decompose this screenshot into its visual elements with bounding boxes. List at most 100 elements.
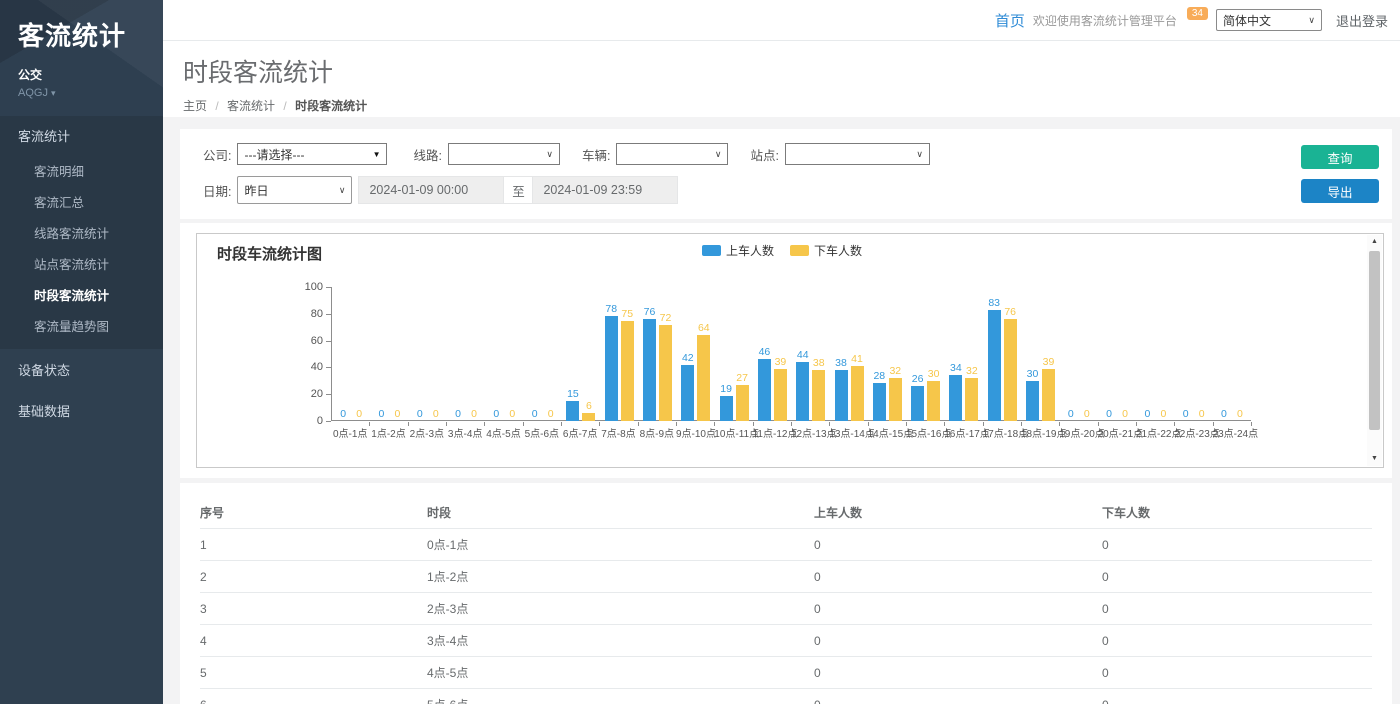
legend-swatch-blue — [702, 245, 721, 256]
table-header-row: 序号时段上车人数下车人数 — [200, 497, 1372, 529]
table-cell: 2点-3点 — [427, 593, 814, 625]
x-axis-tick — [829, 422, 830, 426]
bar: 19 — [720, 396, 733, 421]
x-axis-tick — [638, 422, 639, 426]
home-link[interactable]: 首页 — [995, 10, 1025, 31]
date-label: 日期: — [203, 181, 231, 200]
x-axis-tick-label: 16点-17点 — [944, 425, 982, 440]
table-cell: 6 — [200, 689, 427, 704]
sidebar-item-passenger-stats[interactable]: 客流统计 — [0, 116, 163, 155]
welcome-text: 欢迎使用客流统计管理平台 — [1033, 12, 1177, 29]
bar: 39 — [774, 369, 787, 421]
x-axis-tick-label: 21点-22点 — [1136, 425, 1174, 440]
table-cell: 1点-2点 — [427, 561, 814, 593]
chart-scrollbar[interactable]: ▲ ▼ — [1367, 235, 1382, 466]
chevron-down-icon: ∨ — [916, 149, 923, 160]
bar-group: 00 — [1175, 287, 1213, 421]
x-axis-tick-label: 22点-23点 — [1174, 425, 1212, 440]
language-select[interactable]: 简体中文 ∨ — [1216, 9, 1322, 31]
org-code-dropdown[interactable]: AQGJ ▾ — [18, 87, 145, 99]
bar-group: 00 — [1060, 287, 1098, 421]
chevron-down-icon: ∨ — [715, 149, 722, 160]
page-header: 时段客流统计 主页 / 客流统计 / 时段客流统计 — [163, 41, 1400, 117]
table-cell: 0 — [1102, 689, 1372, 704]
dropdown-arrow-icon: ▼ — [373, 150, 381, 159]
bar-value-label: 64 — [698, 322, 710, 334]
x-axis-tick — [791, 422, 792, 426]
date-preset-select[interactable]: 昨日∨ — [237, 176, 352, 204]
bar-group: 3841 — [830, 287, 868, 421]
table-cell: 0 — [1102, 561, 1372, 593]
chevron-down-icon: ∨ — [339, 185, 346, 196]
sidebar-subitem[interactable]: 时段客流统计 — [0, 279, 163, 310]
bar: 28 — [873, 383, 886, 421]
x-axis-tick — [676, 422, 677, 426]
bar-group: 00 — [409, 287, 447, 421]
vehicle-label: 车辆: — [582, 145, 610, 164]
bar: 6 — [582, 413, 595, 421]
vehicle-select[interactable]: ∨ — [616, 143, 728, 165]
logout-link[interactable]: 退出登录 — [1336, 11, 1388, 30]
bar: 15 — [566, 401, 579, 421]
table-cell: 3点-4点 — [427, 625, 814, 657]
bar-group: 00 — [1098, 287, 1136, 421]
x-axis-tick — [753, 422, 754, 426]
sidebar-subitem[interactable]: 线路客流统计 — [0, 217, 163, 248]
bar-group: 3039 — [1021, 287, 1059, 421]
legend-boarding[interactable]: 上车人数 — [702, 242, 774, 259]
breadcrumb-home[interactable]: 主页 — [183, 99, 207, 113]
date-start-input[interactable]: 2024-01-09 00:00 — [358, 176, 504, 204]
bar-group: 156 — [562, 287, 600, 421]
table-cell: 0 — [814, 689, 1102, 704]
scroll-down-icon[interactable]: ▼ — [1367, 452, 1382, 466]
x-axis-tick — [1251, 422, 1252, 426]
scrollbar-thumb[interactable] — [1369, 251, 1380, 430]
bar-value-label: 0 — [493, 408, 499, 420]
bar-value-label: 72 — [660, 312, 672, 324]
sidebar-subitem[interactable]: 客流汇总 — [0, 186, 163, 217]
line-select[interactable]: ∨ — [448, 143, 560, 165]
bar-value-label: 28 — [873, 370, 885, 382]
sidebar-subitem[interactable]: 客流明细 — [0, 155, 163, 186]
x-axis-tick-label: 7点-8点 — [599, 425, 637, 440]
bar: 27 — [736, 385, 749, 421]
sidebar-subitem[interactable]: 客流量趋势图 — [0, 310, 163, 341]
table-row: 32点-3点00 — [200, 593, 1372, 625]
chart-x-axis-labels: 0点-1点1点-2点2点-3点3点-4点4点-5点5点-6点6点-7点7点-8点… — [331, 425, 1251, 440]
company-select[interactable]: ---请选择---▼ — [237, 143, 387, 165]
query-button[interactable]: 查询 — [1301, 145, 1379, 169]
sidebar-item-base-data[interactable]: 基础数据 — [0, 390, 163, 431]
x-axis-tick-label: 13点-14点 — [829, 425, 867, 440]
bar: 26 — [911, 386, 924, 421]
chart-panel: 时段车流统计图 上车人数 下车人数 0000000000001567875767… — [180, 223, 1392, 478]
bar-value-label: 0 — [548, 408, 554, 420]
hourly-flow-chart[interactable]: 时段车流统计图 上车人数 下车人数 0000000000001567875767… — [196, 233, 1384, 468]
table-cell: 0 — [1102, 593, 1372, 625]
company-label: 公司: — [203, 145, 231, 164]
breadcrumb-section[interactable]: 客流统计 — [227, 99, 275, 113]
date-end-input[interactable]: 2024-01-09 23:59 — [532, 176, 678, 204]
legend-alighting[interactable]: 下车人数 — [790, 242, 862, 259]
bar-group: 00 — [332, 287, 370, 421]
x-axis-tick — [1174, 422, 1175, 426]
station-select[interactable]: ∨ — [785, 143, 930, 165]
sidebar-subitem[interactable]: 站点客流统计 — [0, 248, 163, 279]
x-axis-tick-label: 20点-21点 — [1098, 425, 1136, 440]
bar-group: 00 — [1136, 287, 1174, 421]
bar-value-label: 15 — [567, 388, 579, 400]
hourly-flow-table: 序号时段上车人数下车人数 10点-1点0021点-2点0032点-3点0043点… — [200, 497, 1372, 704]
scroll-up-icon[interactable]: ▲ — [1367, 235, 1382, 249]
x-axis-tick — [868, 422, 869, 426]
sidebar-section-passenger-stats: 客流统计 客流明细客流汇总线路客流统计站点客流统计时段客流统计客流量趋势图 — [0, 116, 163, 349]
table-cell: 5 — [200, 657, 427, 689]
station-label: 站点: — [750, 145, 778, 164]
y-axis-tick — [326, 421, 331, 422]
bar-value-label: 0 — [1160, 408, 1166, 420]
sidebar-item-device-status[interactable]: 设备状态 — [0, 349, 163, 390]
table-cell: 0 — [1102, 529, 1372, 561]
export-button[interactable]: 导出 — [1301, 179, 1379, 203]
bar-value-label: 34 — [950, 362, 962, 374]
x-axis-tick-label: 6点-7点 — [561, 425, 599, 440]
x-axis-tick-label: 12点-13点 — [791, 425, 829, 440]
table-cell: 0 — [814, 657, 1102, 689]
